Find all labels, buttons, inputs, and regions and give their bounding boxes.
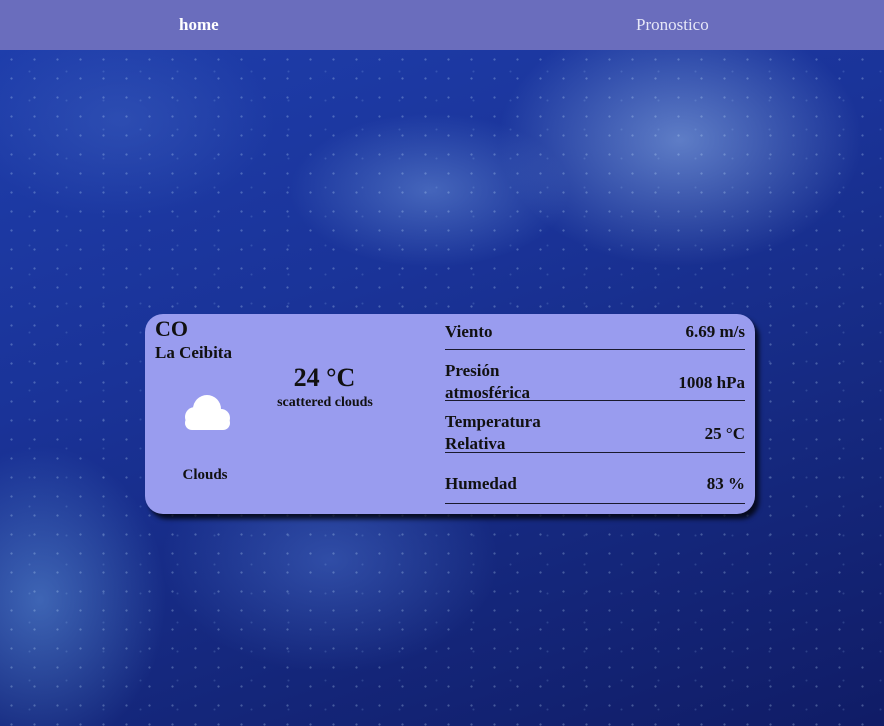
nav-forecast-link[interactable]: Pronostico [636, 0, 709, 50]
navbar: home Pronostico [0, 0, 884, 50]
stat-label: Humedad [445, 474, 517, 493]
weather-card: CO La Ceibita Clouds 24 °C scattered clo… [145, 314, 755, 514]
current-temperature: 24 °C [293, 363, 356, 392]
stat-label: Presión atmosférica [445, 361, 530, 402]
nav-home-link[interactable]: home [179, 0, 219, 50]
stat-value: 25 °C [704, 424, 745, 443]
country-code: CO [155, 316, 188, 341]
stat-value: 1008 hPa [678, 373, 745, 392]
weather-description: scattered clouds [277, 395, 373, 410]
stat-row-pressure: Presión atmosférica 1008 hPa [445, 350, 745, 402]
cloud-icon [185, 395, 230, 430]
stat-row-relative-temperature: Temperatura Relativa 25 °C [445, 401, 745, 453]
stat-label: Viento [445, 322, 493, 341]
stat-label: Temperatura Relativa [445, 412, 541, 453]
weather-condition: Clouds [182, 467, 228, 483]
stat-row-humidity: Humedad 83 % [445, 453, 745, 504]
city-name: La Ceibita [155, 343, 232, 362]
stat-row-wind: Viento 6.69 m/s [445, 314, 745, 350]
stat-value: 6.69 m/s [685, 322, 746, 341]
stat-value: 83 % [706, 474, 745, 493]
